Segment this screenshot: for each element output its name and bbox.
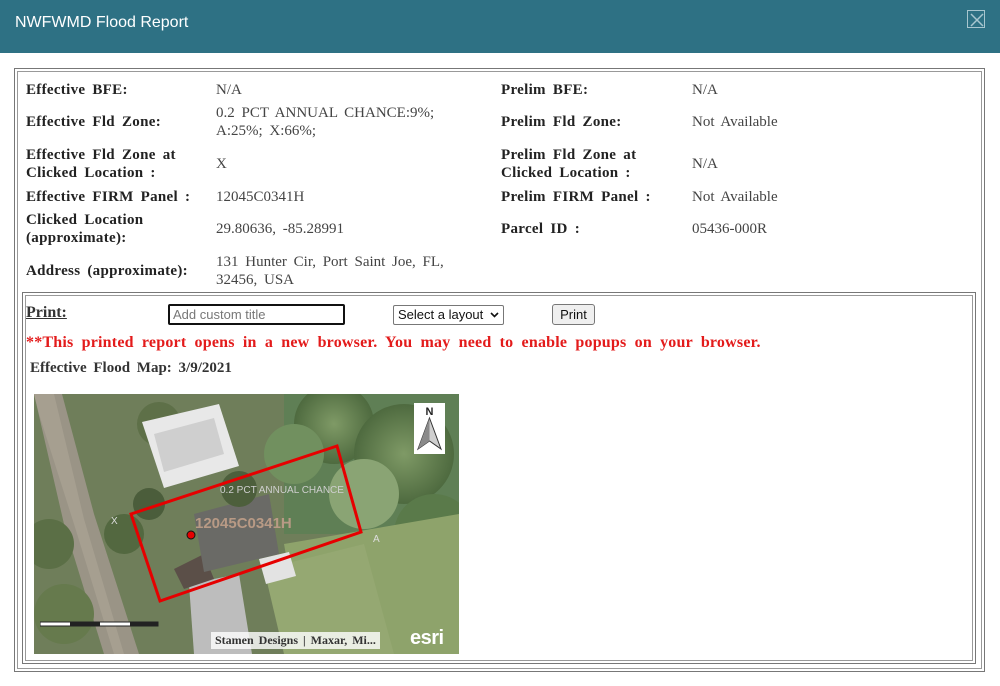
prelim-bfe-value: N/A: [692, 82, 718, 98]
effective-bfe-label: Effective BFE:: [26, 82, 128, 98]
effective-bfe-value: N/A: [216, 82, 242, 98]
clicked-location-value: 29.80636, -85.28991: [216, 221, 344, 237]
prelim-fld-zone-clicked-value: N/A: [692, 156, 718, 172]
layout-select-value: Select a layout: [398, 307, 484, 322]
print-label: Print:: [26, 304, 67, 321]
print-button[interactable]: Print: [552, 304, 595, 325]
popup-notice: **This printed report opens in a new bro…: [26, 334, 761, 351]
firm-panel-label: 12045C0341H: [195, 515, 292, 532]
esri-logo: esri: [410, 627, 444, 649]
north-arrow-icon: N: [416, 406, 443, 451]
effective-firm-panel-value: 12045C0341H: [216, 189, 305, 205]
effective-fld-zone-clicked-value: X: [216, 156, 227, 172]
close-icon: [970, 13, 984, 27]
prelim-bfe-label: Prelim BFE:: [501, 82, 589, 98]
prelim-fld-zone-label: Prelim Fld Zone:: [501, 114, 622, 130]
effective-fld-zone-clicked-label: Effective Fld Zone at Clicked Location :: [26, 147, 176, 181]
flood-zone-label: 0.2 PCT ANNUAL CHANCE: [220, 485, 344, 496]
chevron-down-icon: [490, 312, 499, 318]
window-titlebar: NWFWMD Flood Report: [0, 0, 1000, 53]
address-value: 131 Hunter Cir, Port Saint Joe, FL, 3245…: [216, 254, 444, 288]
map-attribution[interactable]: Stamen Designs | Maxar, Mi...: [211, 632, 380, 649]
effective-firm-panel-label: Effective FIRM Panel :: [26, 189, 191, 205]
prelim-fld-zone-clicked-label: Prelim Fld Zone at Clicked Location :: [501, 147, 637, 181]
flood-map[interactable]: 0.2 PCT ANNUAL CHANCE 12045C0341H X A N …: [34, 394, 459, 654]
clicked-location-label: Clicked Location (approximate):: [26, 212, 144, 246]
layout-select[interactable]: Select a layout: [393, 305, 504, 325]
map-title: Effective Flood Map: 3/9/2021: [30, 360, 232, 376]
prelim-firm-panel-label: Prelim FIRM Panel :: [501, 189, 651, 205]
north-arrow: N: [414, 403, 445, 454]
zone-x-label: X: [111, 516, 118, 527]
address-label: Address (approximate):: [26, 263, 188, 279]
scale-bar: [40, 621, 159, 627]
effective-fld-zone-value: 0.2 PCT ANNUAL CHANCE:9%; A:25%; X:66%;: [216, 105, 435, 139]
effective-fld-zone-label: Effective Fld Zone:: [26, 114, 162, 130]
parcel-id-value: 05436-000R: [692, 221, 767, 237]
north-label: N: [426, 406, 434, 418]
parcel-id-label: Parcel ID :: [501, 221, 580, 237]
prelim-firm-panel-value: Not Available: [692, 189, 778, 205]
zone-a-label: A: [373, 534, 380, 545]
custom-title-input[interactable]: [168, 304, 345, 325]
prelim-fld-zone-value: Not Available: [692, 114, 778, 130]
window-title: NWFWMD Flood Report: [15, 14, 189, 31]
close-button[interactable]: [967, 10, 985, 28]
